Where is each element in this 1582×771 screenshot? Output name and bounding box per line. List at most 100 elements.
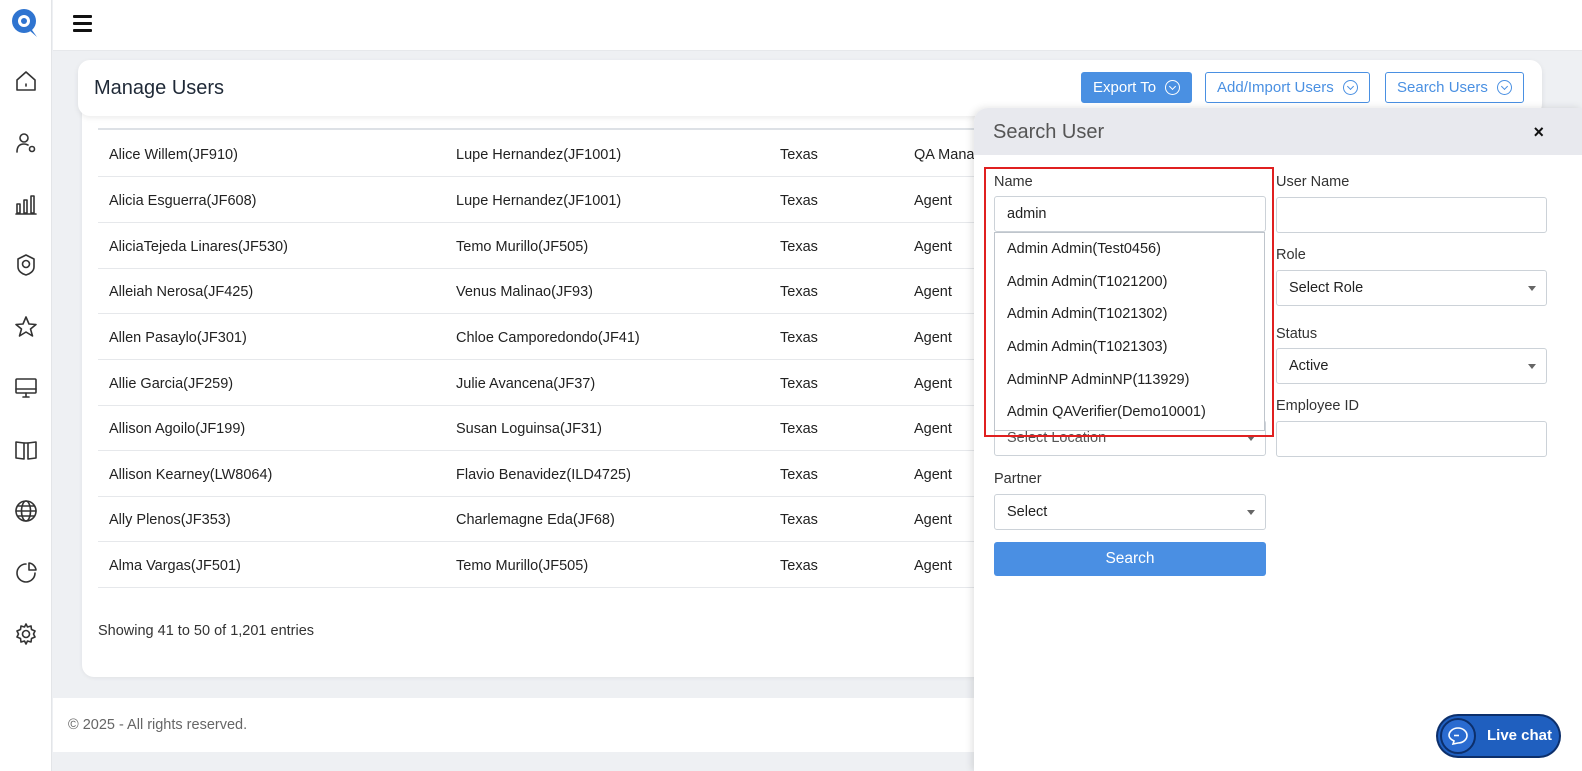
location-cell: Texas [780, 512, 818, 528]
user-name-cell: Alleiah Nerosa(JF425) [109, 284, 254, 300]
name-input[interactable]: admin [994, 196, 1266, 232]
table-row[interactable]: Allison Kearney(LW8064) Flavio Benavidez… [98, 451, 998, 497]
suggestion-item[interactable]: Admin Admin(T1021302) [995, 298, 1264, 331]
supervisor-cell: Temo Murillo(JF505) [456, 239, 589, 255]
live-chat-button[interactable]: Live chat [1438, 716, 1559, 756]
caret-down-icon [1247, 436, 1255, 441]
location-cell: Texas [780, 193, 818, 209]
role-cell: Agent [914, 558, 952, 574]
app-logo[interactable] [11, 8, 39, 38]
table-row[interactable]: Alleiah Nerosa(JF425) Venus Malinao(JF93… [98, 268, 998, 314]
user-name-cell: Allie Garcia(JF259) [109, 376, 234, 392]
suggestion-item[interactable]: AdminNP AdminNP(113929) [995, 364, 1264, 397]
location-cell: Texas [780, 421, 818, 437]
location-cell: Texas [780, 330, 818, 346]
page-title: Manage Users [94, 77, 225, 99]
role-label: Role [1276, 247, 1306, 263]
supervisor-cell: Lupe Hernandez(JF1001) [456, 147, 622, 163]
chevron-down-icon [1496, 80, 1512, 95]
table-row[interactable]: Allison Agoilo(JF199) Susan Loguinsa(JF3… [98, 405, 998, 451]
caret-down-icon [1528, 286, 1536, 291]
home-icon[interactable] [12, 67, 40, 95]
user-name-input[interactable] [1276, 197, 1547, 233]
location-cell: Texas [780, 558, 818, 574]
suggestion-item[interactable]: Admin Admin(Test0456) [995, 233, 1264, 266]
user-name-cell: AliciaTejeda Linares(JF530) [109, 239, 288, 255]
supervisor-cell: Flavio Benavidez(ILD4725) [456, 467, 631, 483]
close-icon[interactable]: × [1533, 123, 1544, 141]
chat-bubble-icon [1440, 718, 1476, 754]
user-name-cell: Allen Pasaylo(JF301) [109, 330, 247, 346]
sidebar [0, 0, 52, 771]
add-import-users-button[interactable]: Add/Import Users [1205, 72, 1370, 103]
role-cell: Agent [914, 330, 952, 346]
role-cell: Agent [914, 512, 952, 528]
user-settings-icon[interactable] [12, 129, 40, 157]
table-row[interactable]: Ally Plenos(JF353) Charlemagne Eda(JF68)… [98, 496, 998, 542]
supervisor-cell: Susan Loguinsa(JF31) [456, 421, 602, 437]
table-header-divider [98, 128, 998, 130]
role-cell: QA Mana [914, 147, 975, 163]
user-name-cell: Allison Kearney(LW8064) [109, 467, 273, 483]
location-cell: Texas [780, 147, 818, 163]
table-row[interactable]: Alicia Esguerra(JF608) Lupe Hernandez(JF… [98, 177, 998, 223]
table-row[interactable]: Alice Willem(JF910) Lupe Hernandez(JF100… [98, 131, 998, 177]
copyright-text: © 2025 - All rights reserved. [68, 717, 248, 733]
monitor-icon[interactable] [12, 374, 40, 402]
pagination-info: Showing 41 to 50 of 1,201 entries [98, 623, 315, 639]
user-name-cell: Alma Vargas(JF501) [109, 558, 241, 574]
table-row[interactable]: Alma Vargas(JF501) Temo Murillo(JF505) T… [98, 542, 998, 588]
pie-chart-icon[interactable] [12, 559, 40, 587]
status-select[interactable]: Active [1276, 348, 1547, 384]
suggestion-item[interactable]: Admin Admin(T1021200) [995, 266, 1264, 299]
partner-select[interactable]: Select [994, 494, 1266, 530]
role-cell: Agent [914, 376, 952, 392]
caret-down-icon [1528, 364, 1536, 369]
chevron-down-icon [1342, 80, 1358, 95]
export-to-button[interactable]: Export To [1081, 72, 1193, 103]
role-cell: Agent [914, 193, 952, 209]
star-icon[interactable] [12, 313, 40, 341]
user-name-cell: Alice Willem(JF910) [109, 147, 238, 163]
suggestion-item[interactable]: Admin QAVerifier(Demo10001) [995, 396, 1264, 429]
panel-header: Search User × [974, 108, 1582, 155]
caret-down-icon [1247, 510, 1255, 515]
user-name-label: User Name [1276, 174, 1350, 190]
table-row[interactable]: Allie Garcia(JF259) Julie Avancena(JF37)… [98, 360, 998, 406]
name-suggestions-dropdown: Admin Admin(Test0456) Admin Admin(T10212… [994, 232, 1265, 431]
suggestion-item[interactable]: Admin Admin(T1021303) [995, 331, 1264, 364]
export-to-label: Export To [1093, 79, 1157, 96]
search-button[interactable]: Search [994, 542, 1266, 576]
search-users-label: Search Users [1397, 79, 1488, 96]
role-select-value: Select Role [1289, 280, 1364, 296]
location-select-value: Select Location [1007, 430, 1107, 446]
add-import-users-label: Add/Import Users [1217, 79, 1334, 96]
badge-icon[interactable] [12, 251, 40, 279]
role-cell: Agent [914, 421, 952, 437]
supervisor-cell: Temo Murillo(JF505) [456, 558, 589, 574]
supervisor-cell: Chloe Camporedondo(JF41) [456, 330, 640, 346]
live-chat-label: Live chat [1487, 727, 1553, 744]
supervisor-cell: Julie Avancena(JF37) [456, 376, 596, 392]
name-label: Name [994, 174, 1033, 190]
globe-icon[interactable] [12, 497, 40, 525]
chevron-down-icon [1165, 80, 1181, 95]
role-select[interactable]: Select Role [1276, 270, 1547, 306]
panel-title: Search User [993, 121, 1105, 143]
role-cell: Agent [914, 467, 952, 483]
employee-id-input[interactable] [1276, 421, 1547, 457]
gear-icon[interactable] [12, 620, 40, 648]
supervisor-cell: Charlemagne Eda(JF68) [456, 512, 615, 528]
search-users-button[interactable]: Search Users [1385, 72, 1524, 103]
hamburger-menu-icon[interactable] [73, 15, 95, 35]
table-row[interactable]: AliciaTejeda Linares(JF530) Temo Murillo… [98, 223, 998, 269]
role-cell: Agent [914, 239, 952, 255]
supervisor-cell: Lupe Hernandez(JF1001) [456, 193, 622, 209]
user-name-cell: Alicia Esguerra(JF608) [109, 193, 257, 209]
supervisor-cell: Venus Malinao(JF93) [456, 284, 594, 300]
user-name-cell: Ally Plenos(JF353) [109, 512, 231, 528]
status-label: Status [1276, 326, 1318, 342]
bar-chart-icon[interactable] [12, 190, 40, 218]
table-row[interactable]: Allen Pasaylo(JF301) Chloe Camporedondo(… [98, 314, 998, 360]
book-icon[interactable] [12, 436, 40, 464]
